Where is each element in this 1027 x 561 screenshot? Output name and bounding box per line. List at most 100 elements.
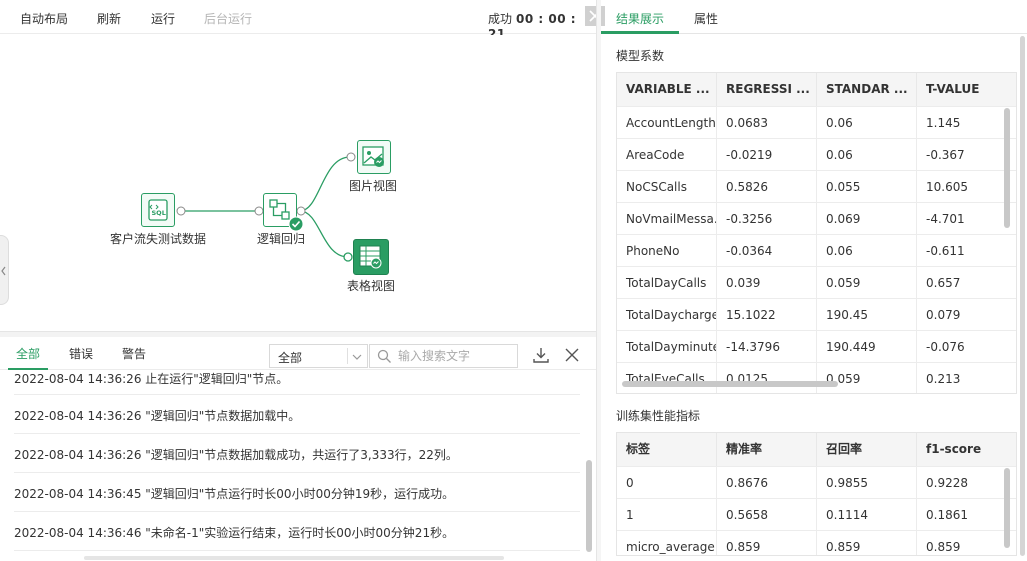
column-header[interactable]: f1-score <box>917 433 1016 466</box>
table-row[interactable]: 0 0.8676 0.9855 0.9228 <box>617 466 1016 499</box>
log-tab-warnings[interactable]: 警告 <box>122 345 146 362</box>
log-search-box[interactable] <box>369 344 518 368</box>
app-root: 自动布局 刷新 运行 后台运行 成功 00 : 00 : 21 SQL 客户流失… <box>0 0 1027 561</box>
table-cell: -0.076 <box>926 340 965 354</box>
column-header[interactable]: REGRESSI ... <box>717 73 817 106</box>
table-cell: -0.0219 <box>717 139 817 171</box>
divider <box>14 433 580 434</box>
column-header[interactable]: STANDAR ... <box>817 73 917 106</box>
table-cell: 0.1114 <box>817 499 917 531</box>
table-cell: -4.701 <box>926 212 965 226</box>
table-row[interactable]: TotalDayCalls 0.039 0.059 0.657 <box>617 266 1016 299</box>
run-button[interactable]: 运行 <box>151 10 175 27</box>
table-cell: 0.055 <box>817 171 917 203</box>
divider <box>14 511 580 512</box>
node-label: 表格视图 <box>347 279 396 293</box>
table-cell: AccountLength <box>617 107 717 139</box>
log-tab-errors[interactable]: 错误 <box>69 345 93 362</box>
table-row[interactable]: AccountLength 0.0683 0.06 1.145 <box>617 106 1016 139</box>
table-cell: 0.5826 <box>717 171 817 203</box>
table-cell: 15.1022 <box>717 299 817 331</box>
table-cell: 0.06 <box>817 139 917 171</box>
table-cell: -0.3256 <box>717 203 817 235</box>
table-cell: 0.859 <box>926 540 961 554</box>
right-panel-scrollbar[interactable] <box>1020 36 1025 556</box>
coef-table: VARIABLE ... REGRESSI ... STANDAR ... T-… <box>616 72 1017 394</box>
tab-results[interactable]: 结果展示 <box>616 10 664 27</box>
column-header[interactable]: 标签 <box>617 433 717 466</box>
table-cell: 0.859 <box>717 531 817 555</box>
download-icon <box>533 348 549 363</box>
table-row[interactable]: 1 0.5658 0.1114 0.1861 <box>617 498 1016 531</box>
metrics-section-title: 训练集性能指标 <box>616 409 701 423</box>
log-entry: 2022-08-04 14:36:26 "逻辑回归"节点数据加载成功，共运行了3… <box>14 448 458 462</box>
table-cell: 0 <box>617 467 717 499</box>
vertical-splitter[interactable] <box>596 0 601 561</box>
select-value: 全部 <box>278 351 303 365</box>
table-row[interactable]: AreaCode -0.0219 0.06 -0.367 <box>617 138 1016 171</box>
table-cell: NoVmailMessa... <box>617 203 717 235</box>
table-row[interactable]: TotalDaycharge 15.1022 190.45 0.079 <box>617 298 1016 331</box>
column-header[interactable]: T-VALUE <box>917 73 1016 106</box>
workflow-canvas[interactable]: SQL 客户流失测试数据 逻辑回归 图片视图 表格视图 <box>0 35 596 331</box>
log-level-select[interactable]: 全部 <box>269 344 368 368</box>
coef-section-title: 模型系数 <box>616 49 665 63</box>
result-tabs: 结果展示 属性 <box>601 0 1027 34</box>
refresh-button[interactable]: 刷新 <box>97 10 121 27</box>
log-entry: 2022-08-04 14:36:26 "逻辑回归"节点数据加载中。 <box>14 409 301 423</box>
column-header[interactable]: 召回率 <box>817 433 917 466</box>
auto-layout-button[interactable]: 自动布局 <box>20 10 68 27</box>
table-cell: AreaCode <box>617 139 717 171</box>
table-cell: TotalDayminutes <box>617 331 717 363</box>
table-cell: NoCSCalls <box>617 171 717 203</box>
table-cell: 0.5658 <box>717 499 817 531</box>
table-row[interactable]: micro_average 0.859 0.859 0.859 <box>617 530 1016 555</box>
chevron-down-icon <box>352 354 362 360</box>
table-row[interactable]: TotalEveCalls 0.0125 0.059 0.213 <box>617 362 1016 393</box>
table-cell: 0.0683 <box>717 107 817 139</box>
table-cell: 0.079 <box>926 308 961 322</box>
log-scrollbar[interactable] <box>586 460 592 552</box>
status-label: 成功 <box>488 12 513 26</box>
log-list: 2022-08-04 14:36:26 止在运行"逻辑回归"节点。 2022-0… <box>0 371 596 551</box>
log-tab-all[interactable]: 全部 <box>16 345 40 362</box>
column-header[interactable]: 精准率 <box>717 433 817 466</box>
column-header[interactable]: VARIABLE ... <box>617 73 717 106</box>
table-cell: 190.449 <box>817 331 917 363</box>
table-cell: 0.059 <box>817 363 917 393</box>
divider <box>14 394 580 395</box>
table-cell: TotalDayCalls <box>617 267 717 299</box>
coef-table-vscroll[interactable] <box>1004 108 1010 228</box>
bottom-scrollbar[interactable] <box>84 556 504 560</box>
table-row[interactable]: NoVmailMessa... -0.3256 0.069 -4.701 <box>617 202 1016 235</box>
table-cell: PhoneNo <box>617 235 717 267</box>
expand-left-panel-handle[interactable] <box>0 235 9 305</box>
table-row[interactable]: TotalDayminutes -14.3796 190.449 -0.076 <box>617 330 1016 363</box>
connection-lines <box>176 152 356 262</box>
background-run-button[interactable]: 后台运行 <box>204 10 252 27</box>
tab-properties[interactable]: 属性 <box>694 10 718 27</box>
table-cell: TotalDaycharge <box>617 299 717 331</box>
search-input[interactable] <box>398 348 513 364</box>
active-tab-indicator <box>601 31 679 34</box>
toolbar: 自动布局 刷新 运行 后台运行 成功 00 : 00 : 21 <box>0 0 596 41</box>
log-entry: 2022-08-04 14:36:26 止在运行"逻辑回归"节点。 <box>14 372 289 386</box>
table-cell: 0.8676 <box>717 467 817 499</box>
divider <box>14 472 580 473</box>
sql-icon: SQL <box>141 193 175 227</box>
horizontal-splitter[interactable] <box>0 331 596 337</box>
table-header: VARIABLE ... REGRESSI ... STANDAR ... T-… <box>617 73 1016 106</box>
metrics-table-vscroll[interactable] <box>1004 468 1010 548</box>
close-log-button[interactable] <box>563 346 581 367</box>
download-button[interactable] <box>532 346 550 367</box>
table-row[interactable]: PhoneNo -0.0364 0.06 -0.611 <box>617 234 1016 267</box>
log-entry: 2022-08-04 14:36:46 "未命名-1"实验运行结束，运行时长00… <box>14 526 455 540</box>
table-cell: 0.213 <box>926 372 961 386</box>
table-cell: -0.367 <box>926 148 965 162</box>
log-entry: 2022-08-04 14:36:45 "逻辑回归"节点运行时长00小时00分钟… <box>14 487 455 501</box>
table-cell: -0.0364 <box>717 235 817 267</box>
image-chart-icon <box>357 140 391 174</box>
table-row[interactable]: NoCSCalls 0.5826 0.055 10.605 <box>617 170 1016 203</box>
coef-table-hscroll[interactable] <box>622 381 838 387</box>
active-tab-indicator <box>8 368 48 370</box>
